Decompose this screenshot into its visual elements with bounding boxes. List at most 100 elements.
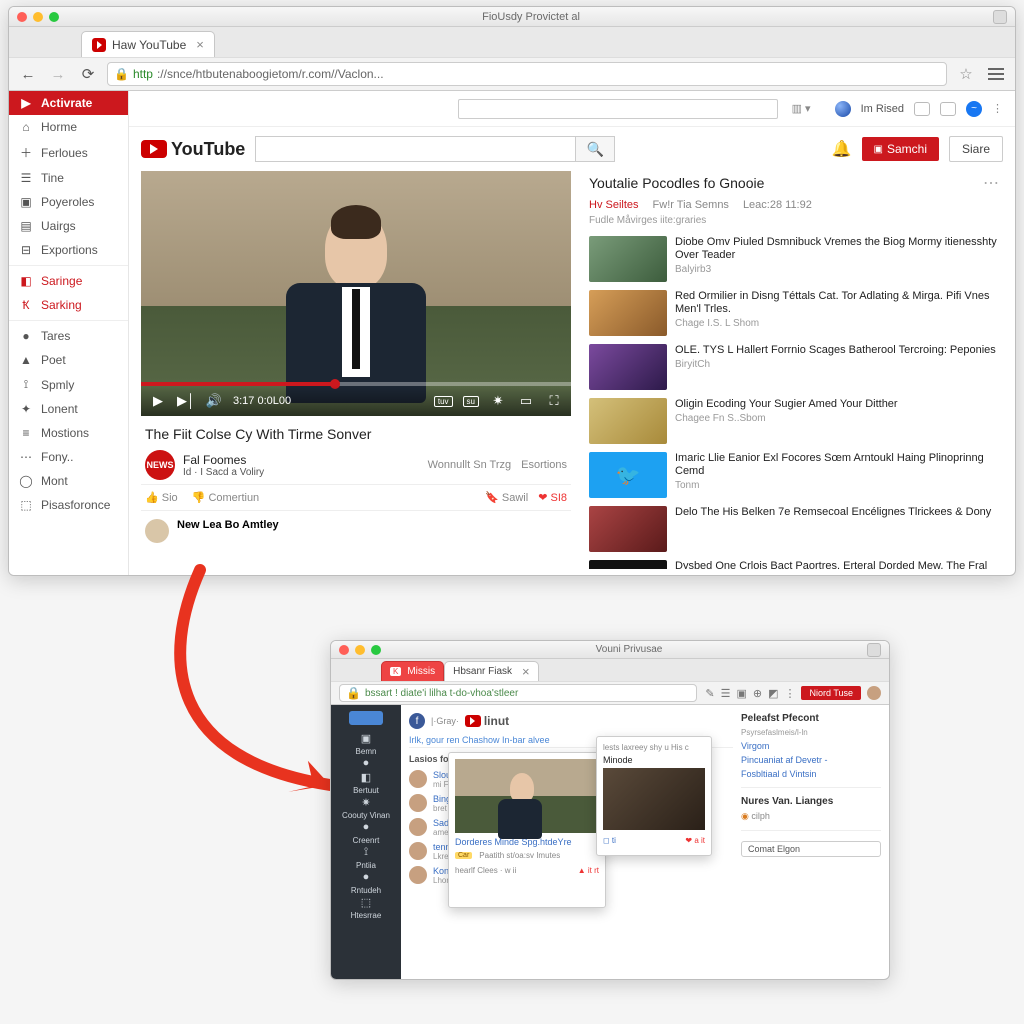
next-button[interactable]: ▶│ <box>177 393 195 409</box>
mini-link[interactable]: Pincuaniat af Devetr - <box>741 755 881 765</box>
mini-sidebar-item[interactable]: ▣Bemn <box>342 731 390 756</box>
like-button[interactable]: 👍 Sio <box>145 491 178 504</box>
related-more-icon[interactable]: ⋯ <box>983 173 999 193</box>
fb-circle-icon[interactable]: f <box>409 713 425 729</box>
settings-icon[interactable]: ✷ <box>489 393 507 409</box>
top-menu-icon[interactable]: ⋮ <box>992 102 1003 115</box>
tb-avatar-icon[interactable] <box>867 686 881 700</box>
sidebar-item-home[interactable]: ⌂Horme <box>9 115 128 139</box>
mini-sidebar-item[interactable]: ⟟Pntiia <box>342 845 390 870</box>
sidebar-item-saringe[interactable]: ◧Saringe <box>9 269 128 293</box>
play-button[interactable]: ▶ <box>149 393 167 409</box>
zoom-window-icon[interactable] <box>49 12 59 22</box>
zoom-window-icon[interactable] <box>371 645 381 655</box>
sidebar-item-lonent[interactable]: ✦Lonent <box>9 397 128 421</box>
mini-action-button[interactable]: Niord Tuse <box>801 686 861 700</box>
commenter-avatar-icon[interactable] <box>145 519 169 543</box>
tb-icon[interactable]: ⋮ <box>784 687 795 700</box>
browser-tab[interactable]: Haw YouTube × <box>81 31 215 57</box>
mini-sidebar-item[interactable]: ●Creenrt <box>342 820 390 845</box>
mini-sb-pill[interactable] <box>349 711 383 725</box>
minimize-window-icon[interactable] <box>355 645 365 655</box>
sidebar-item-mostions[interactable]: ≡Mostions <box>9 421 128 445</box>
tb-icon[interactable]: ▣ <box>736 687 746 700</box>
browser-tab-2[interactable]: Hbsanr Fiask × <box>444 661 539 681</box>
channel-name[interactable]: Fal Foomes <box>183 453 264 467</box>
volume-icon[interactable]: 🔊 <box>205 393 223 409</box>
sidebar-item-exportions[interactable]: ⊟Exportions <box>9 238 128 262</box>
sidebar-item-mont[interactable]: ◯Mont <box>9 469 128 493</box>
reload-button[interactable]: ⟳ <box>77 63 99 85</box>
related-item[interactable]: Oligin Ecoding Your Sugier Amed Your Dit… <box>585 394 1003 448</box>
sidebar-item-uairgs[interactable]: ▤Uairgs <box>9 214 128 238</box>
traffic-lights[interactable] <box>17 12 59 22</box>
card-action[interactable]: ❤ a it <box>685 836 705 845</box>
miniplayer-icon[interactable]: ▭ <box>517 393 535 409</box>
tb-icon[interactable]: ⊕ <box>753 687 762 700</box>
related-tab-1[interactable]: Hv Seiltes <box>589 199 639 211</box>
traffic-lights-2[interactable] <box>339 645 381 655</box>
mini-link[interactable]: Virgom <box>741 741 881 751</box>
search-input[interactable] <box>255 136 575 162</box>
close-tab-icon[interactable]: × <box>522 664 530 679</box>
close-window-icon[interactable] <box>339 645 349 655</box>
sidebar-item-pisasforonce[interactable]: ⬚Pisasforonce <box>9 493 128 517</box>
commenter-name[interactable]: New Lea Bo Amtley <box>177 519 279 531</box>
card-action[interactable]: ▲ it rt <box>578 866 599 875</box>
minimize-window-icon[interactable] <box>33 12 43 22</box>
sidebar-item-activate[interactable]: ▶Activrate <box>9 91 128 115</box>
subtitle-button[interactable]: su <box>463 396 479 407</box>
sidebar-item-fony[interactable]: ⋯Fony.. <box>9 445 128 469</box>
video-tab-2[interactable]: Esortions <box>521 459 567 471</box>
forward-button[interactable]: → <box>47 63 69 85</box>
user-avatar-icon[interactable] <box>835 101 851 117</box>
mail-icon[interactable] <box>914 102 930 116</box>
sidebar-item-tares[interactable]: ●Tares <box>9 324 128 348</box>
fullscreen-icon[interactable]: ⛶ <box>545 393 563 409</box>
dislike-button[interactable]: 👎 Comertiun <box>192 491 260 504</box>
floating-card-1[interactable]: Dorderes Minde Spg.htdeYre Car Paatith s… <box>448 752 606 908</box>
mini-logo[interactable]: linut <box>465 714 509 728</box>
messenger-icon[interactable]: ~ <box>966 101 982 117</box>
sidebar-item-poyeroles[interactable]: ▣Poyeroles <box>9 190 128 214</box>
page-top-search[interactable] <box>458 99 778 119</box>
related-item[interactable]: Dysbed One Crlois Bact Paortres. Erteral… <box>585 556 1003 569</box>
search-button[interactable]: 🔍 <box>575 136 615 162</box>
back-button[interactable]: ← <box>17 63 39 85</box>
top-dropdown-icon[interactable]: ▥ ▾ <box>792 102 811 115</box>
card-action[interactable]: ◻ ti <box>603 836 616 845</box>
close-window-icon[interactable] <box>17 12 27 22</box>
mini-right-button[interactable]: Comat Elgon <box>741 841 881 857</box>
channel-avatar-icon[interactable]: NEWS <box>145 450 175 480</box>
mini-sidebar-item[interactable]: ● <box>342 756 390 770</box>
save-button[interactable]: 🔖 Sawil <box>485 491 528 504</box>
sidebar-item-ferloues[interactable]: ＋Ferloues <box>9 139 128 166</box>
tb-icon[interactable]: ✎ <box>705 687 714 700</box>
sidebar-item-poet[interactable]: ▲Poet <box>9 348 128 372</box>
related-item[interactable]: 🐦Imaric Llie Eanior Exl Focores Sœm Arnt… <box>585 448 1003 502</box>
related-item[interactable]: OLE. TYS L Hallert Forrnio Scages Bather… <box>585 340 1003 394</box>
close-tab-icon[interactable]: × <box>196 37 204 52</box>
subscribe-button[interactable]: ▣Samchi <box>862 137 939 161</box>
share-button[interactable]: Siare <box>949 136 1003 162</box>
tb-icon[interactable]: ☰ <box>721 687 731 700</box>
heart-button[interactable]: ❤ SI8 <box>538 491 567 504</box>
mini-link[interactable]: Fosbltiaal d Vintsin <box>741 769 881 779</box>
browser-tab-active[interactable]: K Missis <box>381 661 444 681</box>
notifications-icon[interactable]: 🔔 <box>832 139 852 159</box>
mini-sidebar-item[interactable]: ●Rntudeh <box>342 870 390 895</box>
sidebar-item-sarking[interactable]: ҞSarking <box>9 293 128 317</box>
related-item[interactable]: Red Ormilier in Disng Téttals Cat. Tor A… <box>585 286 1003 340</box>
camera-icon[interactable] <box>940 102 956 116</box>
mini-sidebar-item[interactable]: ⬚Htesrrae <box>342 895 390 920</box>
address-bar[interactable]: 🔒 http ://snce/htbutenaboogietom/r.com//… <box>107 62 947 86</box>
mini-sidebar-item[interactable]: ◧Bertuut <box>342 770 390 795</box>
related-tab-2[interactable]: Fw!r Tia Semns <box>653 199 729 211</box>
floating-card-2[interactable]: lests laxreey shy u His c Minode ◻ ti ❤ … <box>596 736 712 856</box>
video-player[interactable]: ▶ ▶│ 🔊 3:17 0:0L00 tuv su ✷ ▭ ⛶ <box>141 171 571 416</box>
cc-button[interactable]: tuv <box>434 396 453 407</box>
browser-menu-icon[interactable] <box>985 63 1007 85</box>
sidebar-item-spmly[interactable]: ⟟Spmly <box>9 372 128 397</box>
site-logo[interactable]: YouTube <box>141 139 245 160</box>
sidebar-item-tine[interactable]: ☰Tine <box>9 166 128 190</box>
